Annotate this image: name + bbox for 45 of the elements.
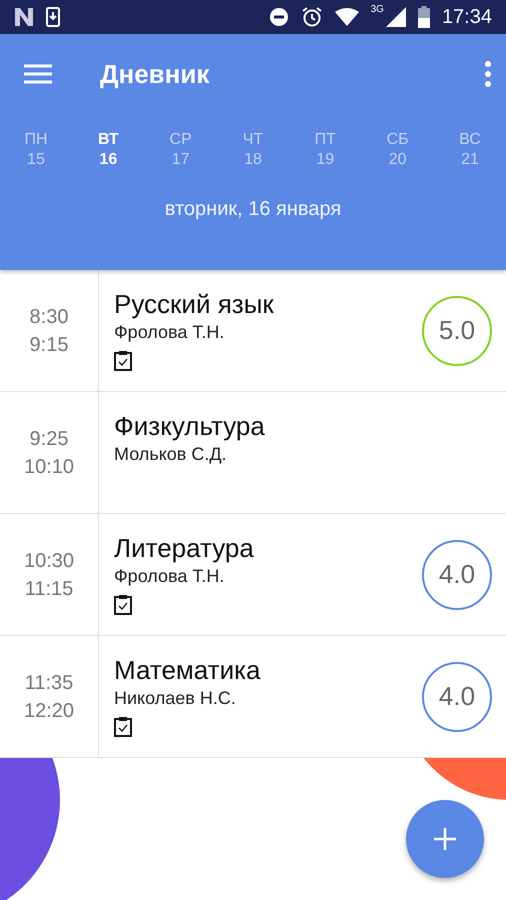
alarm-icon [300, 6, 323, 28]
do-not-disturb-icon [268, 7, 289, 27]
teacher-name: Фролова Т.Н. [114, 322, 226, 343]
start-time: 11:35 [24, 670, 74, 696]
start-time: 9:25 [30, 426, 68, 452]
lesson-row[interactable]: 10:30 11:15 Литература Фролова Т.Н. 4.0 [0, 514, 506, 636]
day-tab[interactable]: ВТ 16 [88, 130, 128, 170]
network-type: 3G [370, 4, 384, 15]
wifi-icon [334, 8, 359, 26]
subject-name: Физкультура [114, 410, 266, 442]
end-time: 11:15 [24, 576, 74, 602]
lesson-row[interactable]: 8:30 9:15 Русский язык Фролова Т.Н. 5.0 [0, 270, 506, 392]
signal-icon [386, 7, 406, 27]
selected-date: вторник, 16 января [164, 198, 342, 221]
day-tab[interactable]: ПТ 19 [305, 130, 346, 170]
grade-badge: 4.0 [422, 540, 492, 610]
end-time: 12:20 [24, 698, 74, 724]
plus-icon [434, 828, 456, 850]
day-tab[interactable]: ПН 15 [16, 130, 56, 170]
add-button[interactable] [406, 800, 484, 878]
clock-time: 17:34 [442, 6, 492, 28]
download-icon [46, 7, 60, 27]
app-title: Дневник [100, 58, 210, 90]
lesson-row[interactable]: 11:35 12:20 Математика Николаев Н.С. 4.0 [0, 636, 506, 758]
subject-name: Математика [114, 654, 262, 686]
day-tab[interactable]: ЧТ 18 [232, 130, 273, 170]
subject-name: Литература [114, 532, 255, 564]
end-time: 9:15 [30, 332, 68, 358]
end-time: 10:10 [24, 454, 74, 480]
day-tab[interactable]: ВС 21 [450, 130, 490, 170]
lesson-row[interactable]: 9:25 10:10 Физкультура Мольков С.Д. [0, 392, 506, 514]
battery-icon [418, 6, 430, 28]
menu-icon[interactable] [24, 64, 52, 84]
teacher-name: Фролова Т.Н. [114, 566, 226, 587]
n-logo-icon [14, 8, 34, 26]
subject-name: Русский язык [114, 288, 275, 320]
more-icon[interactable] [484, 61, 492, 87]
teacher-name: Мольков С.Д. [114, 444, 228, 465]
start-time: 10:30 [24, 548, 74, 574]
teacher-name: Николаев Н.С. [114, 688, 237, 709]
start-time: 8:30 [30, 304, 68, 330]
grade-badge: 5.0 [422, 296, 492, 366]
day-tab[interactable]: СБ 20 [378, 130, 418, 170]
grade-badge: 4.0 [422, 662, 492, 732]
day-tab[interactable]: СР 17 [160, 130, 201, 170]
